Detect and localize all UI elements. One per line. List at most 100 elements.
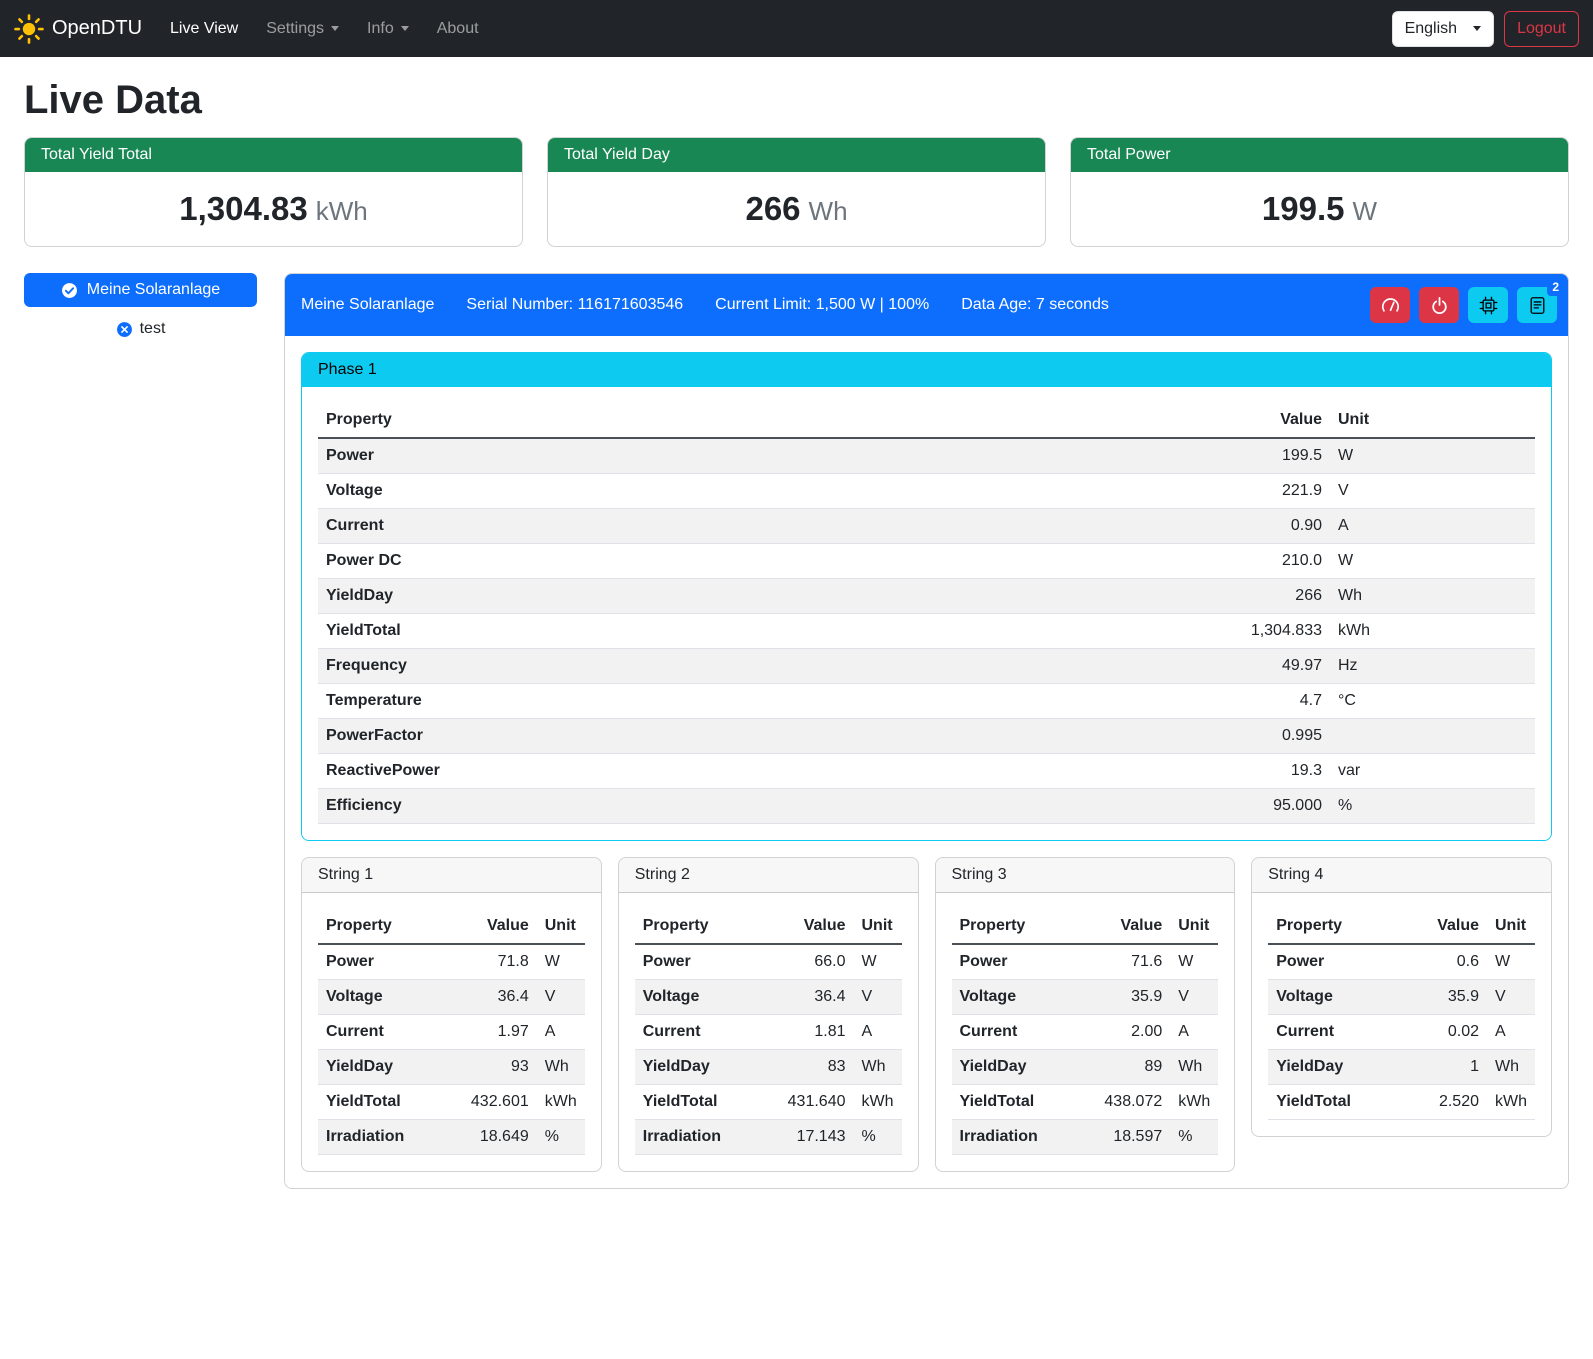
value-cell: 1.97 — [441, 1015, 537, 1050]
value-cell: 18.649 — [441, 1120, 537, 1155]
property-cell: Power — [952, 944, 1075, 980]
property-cell: Voltage — [952, 980, 1075, 1015]
nav-link-about[interactable]: About — [423, 12, 493, 46]
table-row: Current 0.90 A — [318, 509, 1535, 544]
value-cell: 210.0 — [454, 544, 1330, 579]
value-cell: 35.9 — [1402, 980, 1487, 1015]
table-row: Irradiation 18.597 % — [952, 1120, 1219, 1155]
nav-link-info[interactable]: Info — [353, 12, 423, 46]
language-select[interactable]: English — [1392, 11, 1494, 47]
table-row: Power 0.6 W — [1268, 944, 1535, 980]
table-row: ReactivePower 19.3 var — [318, 754, 1535, 789]
table-row: PowerFactor 0.995 — [318, 719, 1535, 754]
unit-cell: Wh — [1487, 1050, 1535, 1085]
column-unit: Unit — [1170, 909, 1218, 944]
logout-button[interactable]: Logout — [1504, 11, 1579, 47]
table-row: Power 71.6 W — [952, 944, 1219, 980]
column-property: Property — [635, 909, 758, 944]
table-row: YieldTotal 1,304.833 kWh — [318, 614, 1535, 649]
chevron-down-icon — [1473, 26, 1481, 31]
value-cell: 199.5 — [454, 438, 1330, 474]
unit-cell: % — [854, 1120, 902, 1155]
unit-cell: A — [1487, 1015, 1535, 1050]
inverter-card-header: Meine Solaranlage Serial Number: 1161716… — [285, 274, 1568, 336]
value-cell: 93 — [441, 1050, 537, 1085]
property-cell: Power — [635, 944, 758, 980]
inverter-select-label: Meine Solaranlage — [87, 281, 220, 299]
summary-unit: W — [1353, 196, 1378, 226]
summary-card-title: Total Yield Day — [548, 138, 1045, 172]
column-value: Value — [454, 403, 1330, 438]
value-cell: 2.00 — [1074, 1015, 1170, 1050]
navbar-right: English Logout — [1392, 11, 1579, 47]
limit-settings-button[interactable] — [1370, 287, 1410, 323]
property-cell: Power — [318, 944, 441, 980]
unit-cell: Wh — [1170, 1050, 1218, 1085]
table-row: Current 1.81 A — [635, 1015, 902, 1050]
summary-card: Total Yield Total 1,304.83kWh — [24, 137, 523, 247]
summary-value: 266 — [745, 190, 800, 227]
inverter-item-test[interactable]: test — [24, 320, 257, 338]
nav-links: Live View Settings Info About — [156, 12, 493, 46]
brand-link[interactable]: OpenDTU — [14, 14, 142, 44]
property-cell: Power DC — [318, 544, 454, 579]
main-content: Live Data Total Yield Total 1,304.83kWh … — [0, 78, 1593, 1217]
property-cell: Irradiation — [952, 1120, 1075, 1155]
value-cell: 36.4 — [757, 980, 853, 1015]
table-row: Voltage 221.9 V — [318, 474, 1535, 509]
nav-link-live-view[interactable]: Live View — [156, 12, 252, 46]
nav-link-settings[interactable]: Settings — [252, 12, 353, 46]
property-cell: YieldTotal — [318, 1085, 441, 1120]
column-property: Property — [318, 909, 441, 944]
property-cell: Irradiation — [635, 1120, 758, 1155]
phase-panel: Phase 1 Property Value Unit — [301, 352, 1552, 841]
event-log-button[interactable]: 2 — [1517, 287, 1557, 323]
property-cell: YieldDay — [1268, 1050, 1402, 1085]
string-card-2: String 2 Property Value Unit — [618, 857, 919, 1172]
unit-cell: kWh — [1170, 1085, 1218, 1120]
table-header-row: Property Value Unit — [952, 909, 1219, 944]
column-unit: Unit — [1330, 403, 1535, 438]
inverter-select-button[interactable]: Meine Solaranlage — [24, 273, 257, 307]
property-cell: Voltage — [1268, 980, 1402, 1015]
summary-card: Total Power 199.5W — [1070, 137, 1569, 247]
property-cell: Efficiency — [318, 789, 454, 824]
power-button[interactable] — [1419, 287, 1459, 323]
table-row: Temperature 4.7 °C — [318, 684, 1535, 719]
table-header-row: Property Value Unit — [635, 909, 902, 944]
summary-unit: Wh — [809, 196, 848, 226]
property-cell: Temperature — [318, 684, 454, 719]
brand-label: OpenDTU — [52, 17, 142, 40]
value-cell: 66.0 — [757, 944, 853, 980]
table-row: Power 66.0 W — [635, 944, 902, 980]
unit-cell: °C — [1330, 684, 1535, 719]
unit-cell: V — [537, 980, 585, 1015]
column-unit: Unit — [854, 909, 902, 944]
unit-cell: kWh — [1487, 1085, 1535, 1120]
table-row: YieldDay 93 Wh — [318, 1050, 585, 1085]
unit-cell: W — [1330, 438, 1535, 474]
string-table: Property Value Unit Power — [1268, 909, 1535, 1120]
device-info-button[interactable] — [1468, 287, 1508, 323]
unit-cell: W — [537, 944, 585, 980]
table-row: YieldDay 83 Wh — [635, 1050, 902, 1085]
column-value: Value — [1074, 909, 1170, 944]
property-cell: YieldDay — [318, 579, 454, 614]
unit-cell: Wh — [537, 1050, 585, 1085]
table-row: Voltage 36.4 V — [635, 980, 902, 1015]
unit-cell: V — [854, 980, 902, 1015]
event-count-badge: 2 — [1547, 278, 1564, 296]
unit-cell: Wh — [854, 1050, 902, 1085]
property-cell: YieldTotal — [952, 1085, 1075, 1120]
property-cell: YieldDay — [635, 1050, 758, 1085]
phase-panel-title: Phase 1 — [302, 353, 1551, 387]
property-cell: Current — [635, 1015, 758, 1050]
unit-cell: kWh — [537, 1085, 585, 1120]
table-row: Current 1.97 A — [318, 1015, 585, 1050]
phase-table: Property Value Unit Power — [318, 403, 1535, 824]
summary-card-title: Total Yield Total — [25, 138, 522, 172]
property-cell: Voltage — [635, 980, 758, 1015]
string-card-title: String 4 — [1252, 858, 1551, 893]
table-row: Voltage 36.4 V — [318, 980, 585, 1015]
value-cell: 35.9 — [1074, 980, 1170, 1015]
